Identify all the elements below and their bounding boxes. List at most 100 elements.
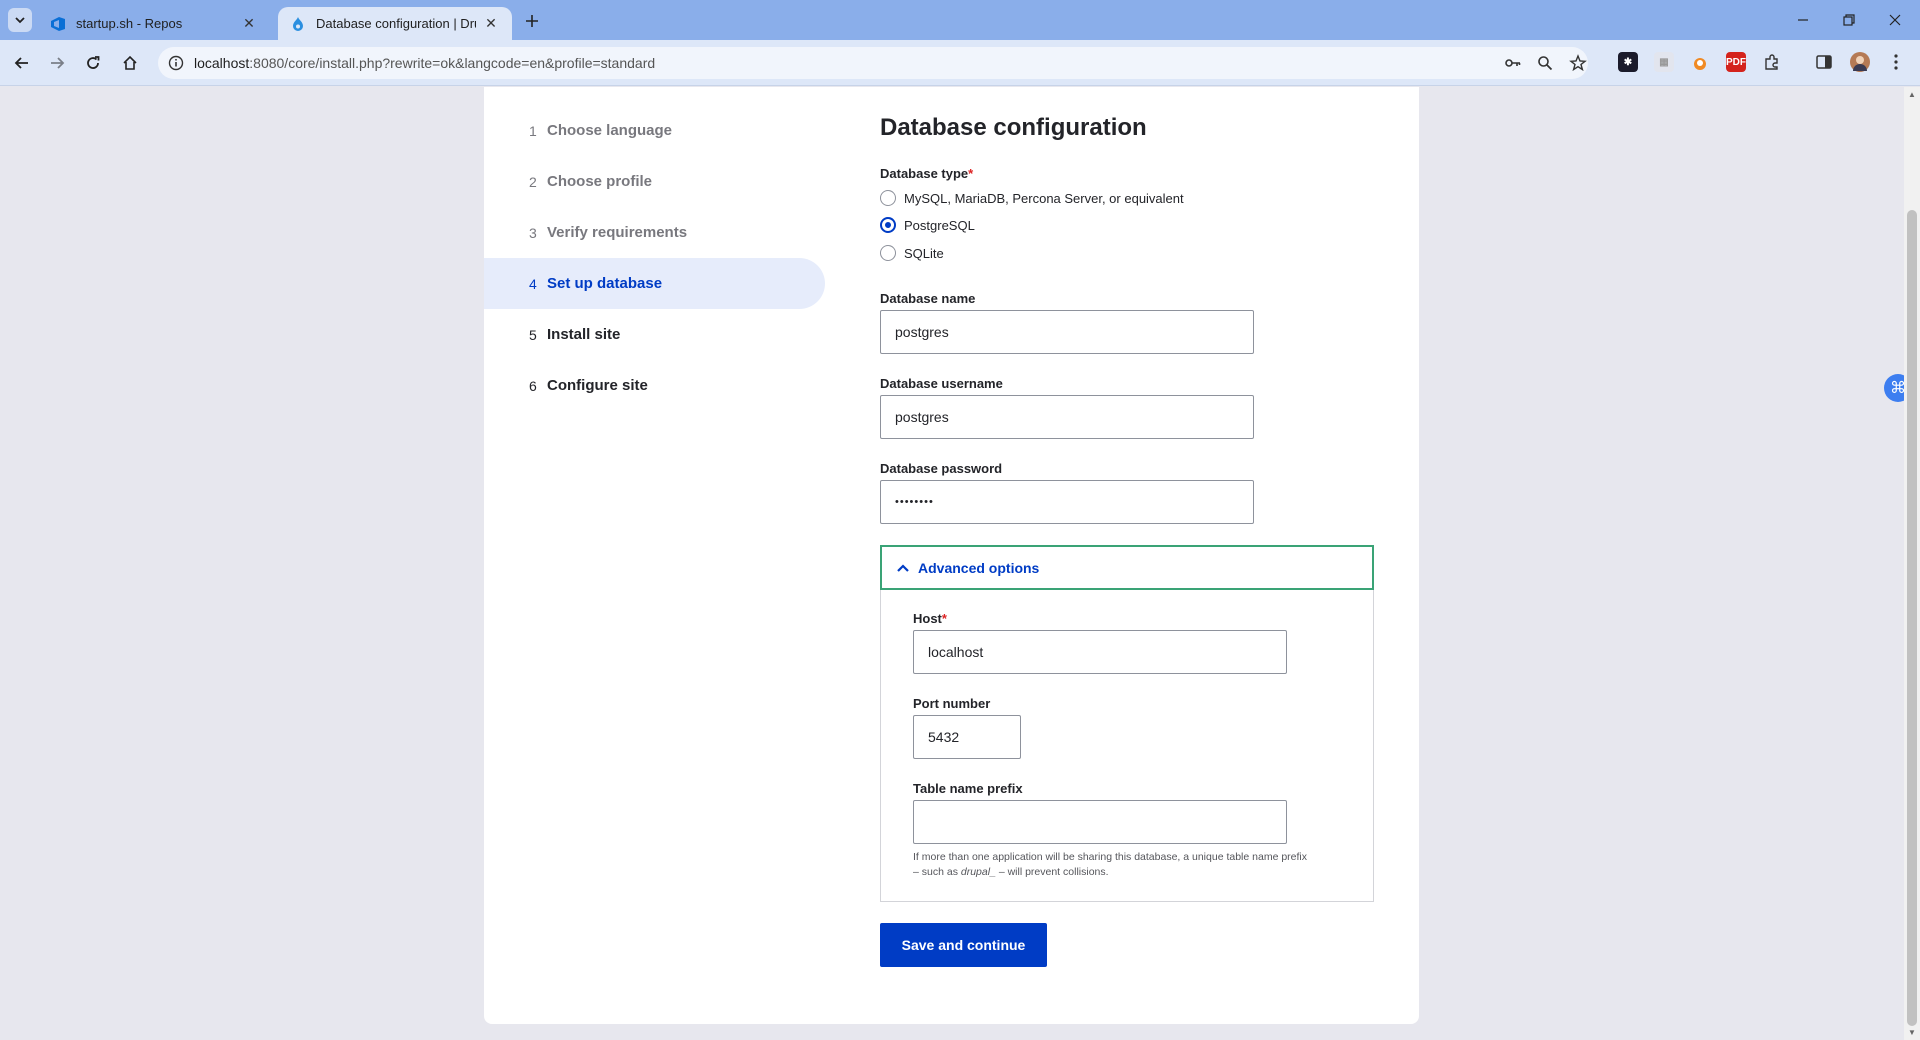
- table-prefix-label: Table name prefix: [913, 781, 1023, 796]
- save-and-continue-button[interactable]: Save and continue: [880, 923, 1047, 967]
- side-panel-icon[interactable]: [1814, 52, 1834, 72]
- radio-label: SQLite: [904, 245, 944, 261]
- radio-button[interactable]: [880, 190, 896, 206]
- minimize-icon: [1798, 19, 1808, 21]
- help-text-line-1: If more than one application will be sha…: [913, 851, 1307, 863]
- database-name-input[interactable]: postgres: [880, 310, 1254, 354]
- advanced-options-label: Advanced options: [918, 559, 1040, 576]
- step-install-site: 5 Install site: [484, 309, 825, 360]
- database-type-label-text: Database type: [880, 166, 969, 181]
- extension-1-icon[interactable]: ✱: [1618, 52, 1638, 72]
- tab-startup-repos[interactable]: startup.sh - Repos ✕: [38, 7, 270, 40]
- azure-devops-icon: [50, 16, 66, 32]
- tab-title: startup.sh - Repos: [76, 16, 183, 31]
- required-marker: *: [968, 166, 974, 181]
- tab-database-configuration[interactable]: Database configuration | Drupal ✕: [278, 7, 512, 40]
- restore-icon: [1843, 14, 1855, 26]
- step-label: Verify requirements: [547, 224, 688, 241]
- step-label: Choose profile: [547, 173, 653, 190]
- extension-2-icon[interactable]: ▦: [1654, 52, 1674, 72]
- address-bar[interactable]: localhost:8080/core/install.php?rewrite=…: [158, 47, 1588, 79]
- extension-3-icon[interactable]: [1690, 52, 1710, 72]
- chevron-down-icon: [15, 17, 25, 24]
- scroll-up-arrow-icon[interactable]: ▲: [1908, 90, 1916, 99]
- host-input[interactable]: localhost: [913, 630, 1287, 674]
- reload-icon: [87, 56, 100, 69]
- radio-label: PostgreSQL: [904, 217, 975, 233]
- close-window-button[interactable]: [1872, 0, 1918, 40]
- table-prefix-input[interactable]: [913, 800, 1287, 844]
- home-icon: [123, 55, 137, 70]
- menu-kebab-icon[interactable]: [1886, 52, 1906, 72]
- database-password-label: Database password: [880, 461, 1003, 476]
- port-number-label: Port number: [913, 696, 991, 711]
- step-number: 1: [529, 122, 537, 139]
- radio-button[interactable]: [880, 245, 896, 261]
- step-label: Set up database: [547, 275, 663, 292]
- back-button[interactable]: [9, 50, 35, 76]
- tab-search-button[interactable]: [8, 8, 32, 32]
- bookmark-star-icon[interactable]: [1567, 52, 1589, 74]
- database-type-label: Database type*: [880, 166, 973, 181]
- tab-title: Database configuration | Drupal: [316, 16, 476, 31]
- url-text: localhost:8080/core/install.php?rewrite=…: [194, 55, 1588, 71]
- arrow-left-icon: [14, 57, 28, 69]
- plus-icon: [526, 15, 538, 27]
- profile-avatar[interactable]: [1850, 52, 1870, 72]
- radio-label: MySQL, MariaDB, Percona Server, or equiv…: [904, 190, 1184, 206]
- home-button[interactable]: [117, 50, 143, 76]
- step-number: 6: [529, 377, 537, 394]
- step-set-up-database: 4 Set up database: [484, 258, 825, 309]
- password-key-icon[interactable]: [1502, 52, 1524, 74]
- port-number-input[interactable]: 5432: [913, 715, 1021, 759]
- database-name-label: Database name: [880, 291, 976, 306]
- minimize-button[interactable]: [1780, 0, 1826, 40]
- advanced-options-toggle[interactable]: Advanced options: [880, 545, 1374, 590]
- scrollbar-thumb[interactable]: [1907, 210, 1917, 1026]
- close-icon: [1889, 14, 1901, 26]
- url-host: localhost: [194, 55, 250, 71]
- step-number: 4: [529, 275, 537, 292]
- help-text-line-2: – such as: [913, 866, 961, 878]
- new-tab-button[interactable]: [520, 9, 544, 33]
- table-prefix-description: If more than one application will be sha…: [913, 850, 1353, 880]
- step-number: 2: [529, 173, 537, 190]
- drupal-icon: [290, 16, 306, 32]
- database-password-input[interactable]: ••••••••: [880, 480, 1254, 524]
- step-choose-profile: 2 Choose profile: [484, 156, 825, 207]
- host-label: Host*: [913, 611, 947, 626]
- help-text-line-3: – will prevent collisions.: [995, 866, 1109, 878]
- chevron-up-icon: [897, 563, 909, 572]
- radio-mysql[interactable]: MySQL, MariaDB, Percona Server, or equiv…: [880, 187, 1184, 209]
- database-username-label: Database username: [880, 376, 1003, 391]
- step-number: 3: [529, 224, 537, 241]
- radio-sqlite[interactable]: SQLite: [880, 242, 944, 264]
- zoom-icon[interactable]: [1534, 52, 1556, 74]
- help-text-emphasis: drupal_: [960, 866, 996, 878]
- reload-button[interactable]: [80, 50, 106, 76]
- installer-steps: 1 Choose language 2 Choose profile 3 Ver…: [484, 105, 825, 411]
- tab-strip: startup.sh - Repos ✕ Database configurat…: [0, 0, 1920, 40]
- forward-button[interactable]: [44, 50, 70, 76]
- radio-postgresql[interactable]: PostgreSQL: [880, 214, 975, 236]
- close-icon[interactable]: ✕: [482, 15, 500, 33]
- page-title: Database configuration: [880, 114, 1147, 141]
- arrow-right-icon: [51, 57, 65, 69]
- url-path: :8080/core/install.php?rewrite=ok&langco…: [249, 55, 656, 71]
- step-label: Configure site: [547, 377, 648, 394]
- extensions-puzzle-icon[interactable]: [1762, 52, 1782, 72]
- step-label: Install site: [547, 326, 621, 343]
- step-label: Choose language: [547, 122, 673, 139]
- radio-button-checked[interactable]: [880, 217, 896, 233]
- restore-button[interactable]: [1826, 0, 1872, 40]
- pdf-extension-icon[interactable]: PDF: [1726, 52, 1746, 72]
- step-verify-requirements: 3 Verify requirements: [484, 207, 825, 258]
- step-number: 5: [529, 326, 537, 343]
- host-label-text: Host: [913, 611, 942, 626]
- required-marker: *: [941, 611, 947, 626]
- close-icon[interactable]: ✕: [240, 15, 258, 33]
- database-username-input[interactable]: postgres: [880, 395, 1254, 439]
- scroll-down-arrow-icon[interactable]: ▼: [1908, 1028, 1916, 1037]
- site-info-icon[interactable]: [168, 55, 184, 71]
- step-choose-language: 1 Choose language: [484, 105, 825, 156]
